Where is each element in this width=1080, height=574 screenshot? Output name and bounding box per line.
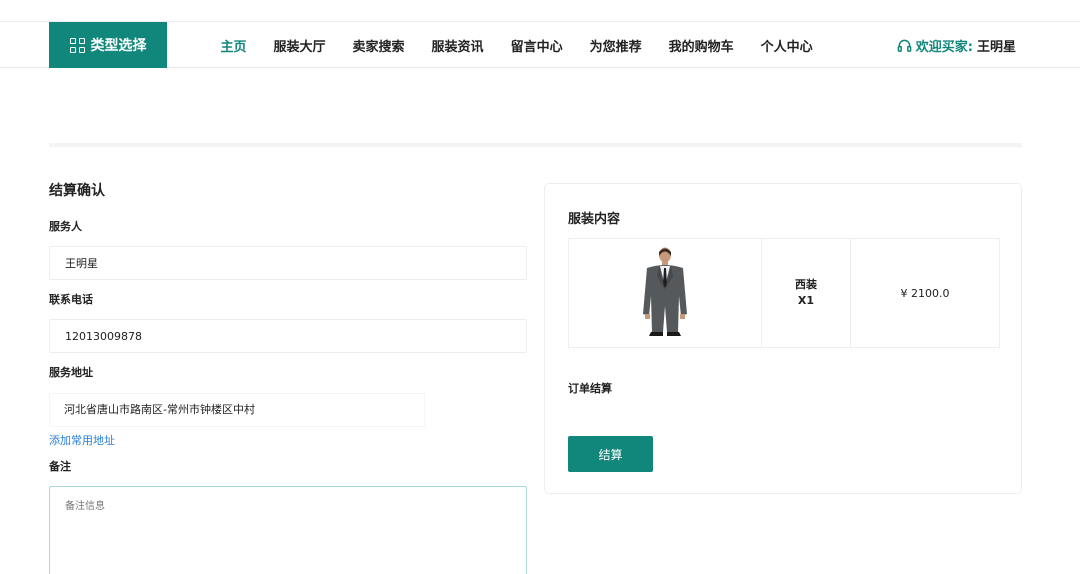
server-field[interactable] bbox=[49, 246, 527, 280]
address-label: 服务地址 bbox=[49, 366, 93, 379]
section-divider bbox=[49, 143, 1022, 147]
main-navbar: 类型选择 主页 服装大厅 卖家搜索 服装资讯 留言中心 为您推荐 我的购物车 个… bbox=[0, 22, 1080, 68]
nav-profile[interactable]: 个人中心 bbox=[747, 36, 826, 55]
remark-input[interactable] bbox=[49, 486, 527, 574]
top-strip bbox=[0, 0, 1080, 22]
address-field[interactable]: 河北省唐山市路南区-常州市钟楼区中村 bbox=[49, 393, 425, 427]
item-name-cell: 西装 X1 bbox=[762, 239, 851, 347]
nav-links: 主页 服装大厅 卖家搜索 服装资讯 留言中心 为您推荐 我的购物车 个人中心 bbox=[207, 22, 826, 68]
checkout-button[interactable]: 结算 bbox=[568, 436, 653, 472]
item-name: 西装 bbox=[795, 278, 817, 291]
item-price: ¥ 2100.0 bbox=[900, 286, 950, 300]
suit-image[interactable] bbox=[637, 246, 693, 340]
nav-recommend[interactable]: 为您推荐 bbox=[576, 36, 655, 55]
headset-icon bbox=[897, 39, 912, 52]
nav-clothing-hall[interactable]: 服装大厅 bbox=[260, 36, 339, 55]
username: 王明星 bbox=[976, 39, 1016, 55]
server-label: 服务人 bbox=[49, 220, 82, 233]
nav-seller-search[interactable]: 卖家搜索 bbox=[339, 36, 418, 55]
phone-field[interactable] bbox=[49, 319, 527, 353]
nav-cart[interactable]: 我的购物车 bbox=[655, 36, 747, 55]
order-card: 服装内容 西装 X1 ¥ 2100.0 订单结算 结算 bbox=[544, 183, 1022, 494]
phone-label: 联系电话 bbox=[49, 293, 93, 306]
item-quantity: X1 bbox=[797, 294, 815, 307]
welcome-label: 欢迎买家: bbox=[915, 39, 973, 55]
nav-message-center[interactable]: 留言中心 bbox=[497, 36, 576, 55]
category-select-button[interactable]: 类型选择 bbox=[49, 22, 167, 68]
nav-clothing-news[interactable]: 服装资讯 bbox=[418, 36, 497, 55]
form-title: 结算确认 bbox=[49, 183, 105, 199]
nav-home[interactable]: 主页 bbox=[207, 36, 260, 55]
item-price-cell: ¥ 2100.0 bbox=[851, 239, 999, 347]
add-address-link[interactable]: 添加常用地址 bbox=[49, 432, 115, 448]
order-title: 服装内容 bbox=[568, 212, 621, 227]
category-select-label: 类型选择 bbox=[90, 38, 147, 54]
order-item-row: 西装 X1 ¥ 2100.0 bbox=[568, 238, 1000, 348]
item-image-cell bbox=[569, 239, 762, 347]
order-summary-label: 订单结算 bbox=[568, 382, 612, 395]
remark-label: 备注 bbox=[49, 460, 71, 473]
grid-icon bbox=[69, 37, 85, 53]
welcome-user[interactable]: 欢迎买家: 王明星 bbox=[897, 22, 1016, 68]
